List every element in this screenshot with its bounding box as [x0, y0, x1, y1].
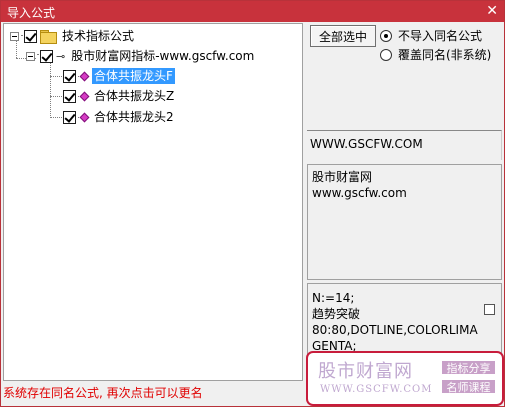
root-checkbox[interactable]	[24, 29, 37, 43]
dialog-title: 导入公式	[7, 6, 56, 20]
radio-label: 不导入同名公式	[398, 29, 483, 43]
tree-item-formula-2[interactable]: 合体共振龙头2	[63, 108, 176, 126]
tree-connector	[50, 62, 51, 118]
key-icon: ⊸	[56, 49, 66, 63]
tree-node-label: 股市财富网指标-www.gscfw.com	[71, 49, 255, 63]
tree-connector	[50, 76, 64, 77]
tree-item-formula-f[interactable]: 合体共振龙头F	[63, 67, 175, 85]
group-checkbox[interactable]	[40, 49, 53, 63]
formula-icon	[78, 71, 90, 82]
tree-node-label: 技术指标公式	[62, 29, 135, 43]
item-checkbox[interactable]	[63, 110, 76, 124]
radio-overwrite-duplicates[interactable]: 覆盖同名(非系统)	[380, 46, 491, 63]
tree-item-label: 合体共振龙头Z	[94, 89, 175, 103]
tree-item-formula-z[interactable]: 合体共振龙头Z	[63, 87, 176, 105]
options-panel: 全部选中 不导入同名公式 覆盖同名(非系统) WWW.GSCFW.COM 股市财…	[306, 23, 504, 381]
description-line: 股市财富网	[312, 170, 373, 184]
item-checkbox[interactable]	[63, 69, 76, 83]
tree-node-root[interactable]: 技术指标公式	[10, 27, 136, 45]
item-checkbox[interactable]	[63, 89, 76, 103]
formula-url-field: WWW.GSCFW.COM	[307, 130, 502, 160]
watermark-tag: 名师课程	[441, 379, 496, 394]
formula-url-text: WWW.GSCFW.COM	[310, 137, 423, 151]
tree-item-label: 合体共振龙头2	[94, 110, 174, 124]
status-message: 系统存在同名公式, 再次点击可以更名	[3, 386, 203, 400]
radio-indicator[interactable]	[380, 29, 392, 42]
title-bar: 导入公式 ✕	[1, 1, 504, 22]
tree-item-label: 合体共振龙头F	[92, 68, 175, 84]
code-option-checkbox[interactable]	[484, 304, 495, 315]
select-all-button[interactable]: 全部选中	[310, 25, 376, 47]
watermark-url: WWW.GSCFW.COM	[320, 384, 433, 395]
radio-label: 覆盖同名(非系统)	[398, 48, 492, 62]
formula-icon	[78, 112, 90, 123]
folder-icon	[40, 30, 57, 44]
watermark-tag: 指标分享	[441, 360, 496, 375]
code-line: 80:80,DOTLINE,COLORLIMA	[312, 323, 478, 337]
collapse-icon[interactable]	[10, 31, 19, 41]
radio-indicator[interactable]	[380, 48, 392, 61]
import-formula-dialog: 导入公式 ✕ 技术指标公式 ⊸ 股市财富网指标-www.gscfw.com 合体…	[0, 0, 505, 407]
formula-tree[interactable]: 技术指标公式 ⊸ 股市财富网指标-www.gscfw.com 合体共振龙头F 合…	[3, 23, 303, 381]
tree-connector	[50, 117, 64, 118]
code-line: N:=14;	[312, 291, 355, 305]
site-watermark: 股市财富网 WWW.GSCFW.COM 指标分享 名师课程	[306, 351, 504, 406]
formula-description[interactable]: 股市财富网 www.gscfw.com	[307, 164, 502, 280]
description-line: www.gscfw.com	[312, 186, 407, 200]
code-line: 趋势突破	[312, 307, 361, 321]
close-icon[interactable]: ✕	[486, 3, 498, 19]
collapse-icon[interactable]	[26, 51, 35, 61]
tree-node-group[interactable]: ⊸ 股市财富网指标-www.gscfw.com	[26, 47, 256, 65]
watermark-brand: 股市财富网	[318, 361, 413, 382]
formula-icon	[78, 91, 90, 102]
radio-skip-duplicates[interactable]: 不导入同名公式	[380, 27, 482, 44]
tree-connector	[50, 96, 64, 97]
